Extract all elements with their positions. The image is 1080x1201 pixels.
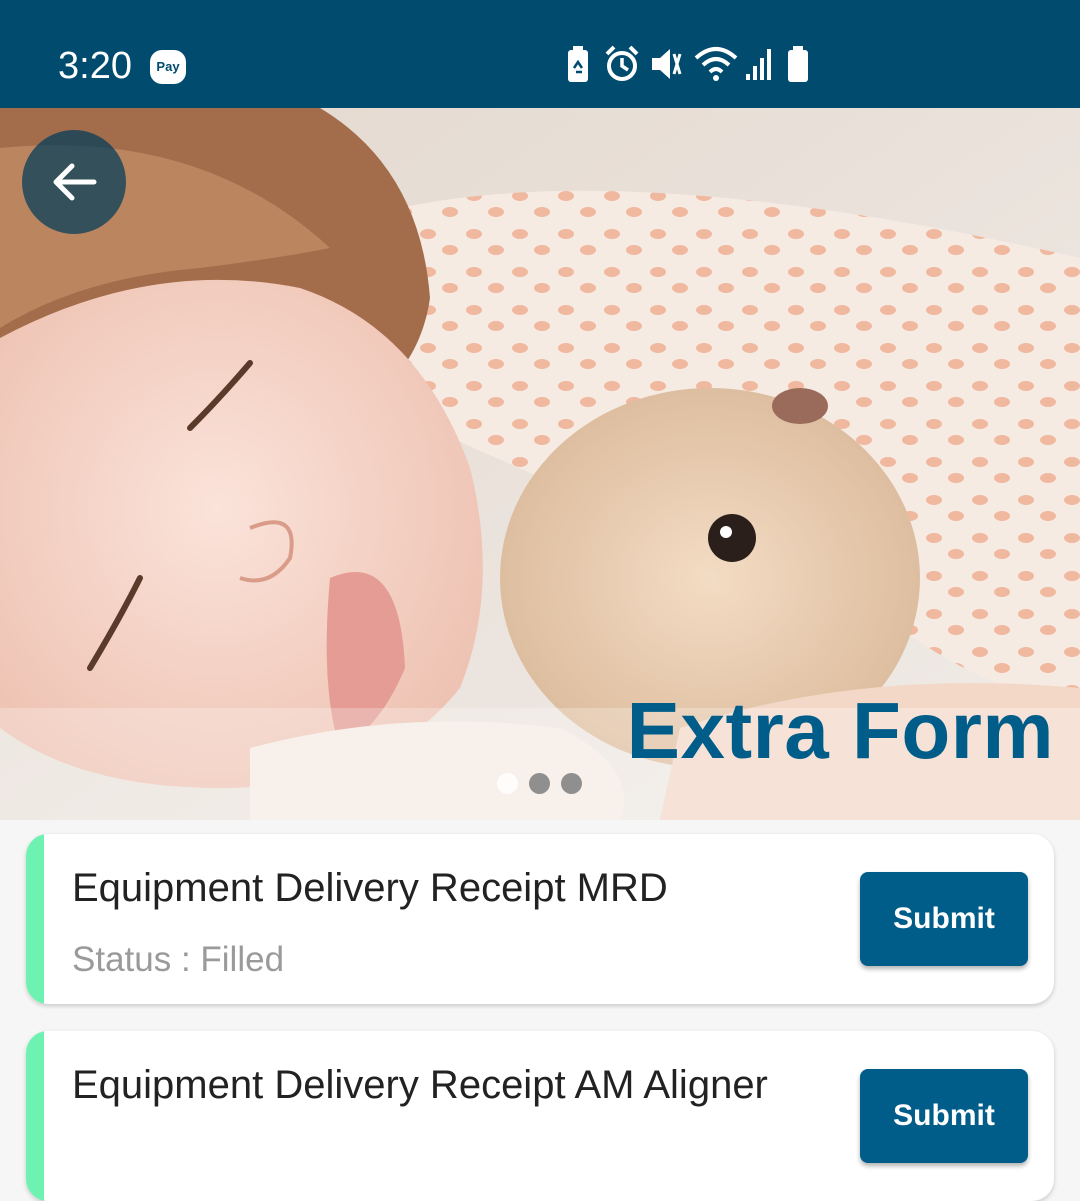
carousel-dot[interactable] bbox=[529, 773, 550, 794]
submit-button[interactable]: Submit bbox=[860, 872, 1028, 966]
vibrate-icon bbox=[652, 49, 682, 79]
form-card[interactable]: Equipment Delivery Receipt AM Aligner Su… bbox=[26, 1031, 1054, 1201]
carousel-dot[interactable] bbox=[561, 773, 582, 794]
form-card[interactable]: Equipment Delivery Receipt MRD Status : … bbox=[26, 834, 1054, 1004]
status-bar: 3:20 Pay bbox=[0, 0, 1080, 108]
signal-icon bbox=[746, 49, 771, 80]
form-status: Status : Filled bbox=[72, 940, 285, 979]
submit-button[interactable]: Submit bbox=[860, 1069, 1028, 1163]
pay-icon: Pay bbox=[150, 50, 186, 84]
status-time: 3:20 bbox=[58, 45, 132, 87]
battery-icon bbox=[788, 46, 808, 82]
back-button[interactable] bbox=[22, 130, 126, 234]
page-title: Extra Form bbox=[626, 686, 1054, 775]
battery-saver-icon bbox=[568, 46, 588, 82]
card-accent bbox=[26, 834, 44, 1004]
carousel-dot[interactable] bbox=[497, 773, 518, 794]
form-title: Equipment Delivery Receipt MRD bbox=[72, 866, 668, 910]
hero-banner: Extra Form bbox=[0, 108, 1080, 820]
arrow-left-icon bbox=[53, 163, 97, 201]
alarm-icon bbox=[605, 45, 639, 81]
form-title: Equipment Delivery Receipt AM Aligner bbox=[72, 1063, 768, 1107]
wifi-icon bbox=[694, 47, 738, 81]
card-accent bbox=[26, 1031, 44, 1201]
